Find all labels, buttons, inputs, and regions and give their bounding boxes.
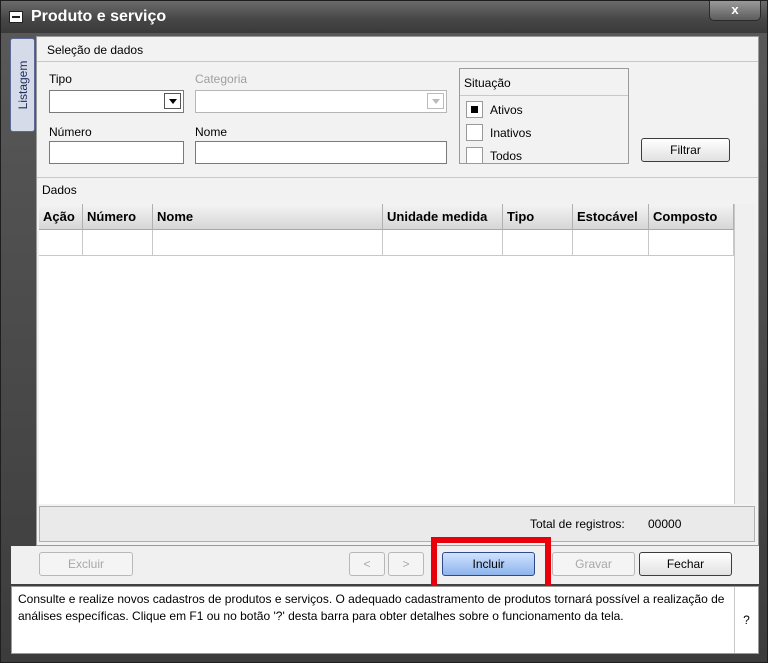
column-composto[interactable]: Composto: [649, 204, 734, 230]
column-numero[interactable]: Número: [83, 204, 153, 230]
situacao-title: Situação: [464, 76, 511, 90]
previous-icon: <: [363, 557, 371, 571]
table-cell: [153, 230, 383, 256]
column-nome[interactable]: Nome: [153, 204, 383, 230]
categoria-label: Categoria: [195, 72, 248, 86]
next-button[interactable]: >: [388, 552, 424, 576]
status-text: Consulte e realize novos cadastros de pr…: [18, 592, 725, 623]
data-section-title: Dados: [42, 183, 77, 197]
nome-input[interactable]: [195, 141, 447, 164]
excluir-button[interactable]: Excluir: [39, 552, 133, 576]
fechar-button[interactable]: Fechar: [639, 552, 732, 576]
fechar-button-label: Fechar: [666, 557, 705, 571]
data-table: Ação Número Nome Unidade medida Tipo Est…: [39, 204, 734, 256]
highlight-box: [431, 537, 551, 591]
todos-label: Todos: [490, 149, 523, 163]
status-bar: Consulte e realize novos cadastros de pr…: [11, 586, 759, 654]
close-button[interactable]: x: [709, 1, 761, 21]
column-tipo[interactable]: Tipo: [503, 204, 573, 230]
table-cell: [39, 230, 83, 256]
tab-listagem-label: Listagem: [15, 60, 30, 110]
numero-label: Número: [49, 125, 92, 139]
content-panel: Seleção de dados Tipo Categoria Número N…: [36, 36, 759, 546]
previous-button[interactable]: <: [349, 552, 385, 576]
gravar-button-label: Gravar: [575, 557, 612, 571]
gravar-button[interactable]: Gravar: [552, 552, 635, 576]
table-cell: [573, 230, 649, 256]
table-cell: [83, 230, 153, 256]
situacao-divider: [460, 95, 628, 96]
chevron-down-icon[interactable]: [164, 93, 181, 109]
ativos-label: Ativos: [490, 103, 523, 117]
table-header: Ação Número Nome Unidade medida Tipo Est…: [39, 204, 734, 230]
table-cell: [383, 230, 503, 256]
window-title: Produto e serviço: [31, 8, 167, 25]
table-cell: [503, 230, 573, 256]
tipo-label: Tipo: [49, 72, 72, 86]
data-divider: [37, 177, 758, 178]
column-unidade-medida[interactable]: Unidade medida: [383, 204, 503, 230]
numero-input[interactable]: [49, 141, 184, 164]
filtrar-button[interactable]: Filtrar: [641, 138, 730, 162]
table-footer: Total de registros: 00000: [39, 506, 755, 542]
help-button[interactable]: ?: [734, 587, 758, 653]
main-window: Produto e serviço x Listagem Seleção de …: [0, 0, 768, 663]
categoria-select[interactable]: [195, 90, 447, 113]
inativos-label: Inativos: [490, 126, 532, 140]
total-label: Total de registros:: [530, 517, 625, 531]
tipo-select[interactable]: [49, 90, 184, 113]
column-estocavel[interactable]: Estocável: [573, 204, 649, 230]
table-row[interactable]: [39, 230, 734, 256]
window-menu-icon[interactable]: [9, 11, 23, 23]
filtrar-button-label: Filtrar: [670, 143, 701, 157]
column-acao[interactable]: Ação: [39, 204, 83, 230]
title-bar: Produto e serviço x: [1, 1, 767, 33]
total-value: 00000: [648, 517, 682, 531]
next-icon: >: [402, 557, 410, 571]
inativos-checkbox[interactable]: [466, 124, 483, 141]
chevron-down-icon[interactable]: [427, 93, 444, 109]
todos-checkbox[interactable]: [466, 147, 483, 164]
excluir-button-label: Excluir: [67, 557, 104, 571]
filters-divider: [37, 61, 758, 62]
situacao-group: Situação Ativos Inativos Todos: [459, 68, 629, 164]
tab-listagem[interactable]: Listagem: [10, 38, 35, 132]
nome-label: Nome: [195, 125, 228, 139]
ativos-checkbox[interactable]: [466, 101, 483, 118]
filters-section-title: Seleção de dados: [47, 43, 144, 57]
table-cell: [649, 230, 734, 256]
vertical-scrollbar[interactable]: [734, 204, 755, 504]
